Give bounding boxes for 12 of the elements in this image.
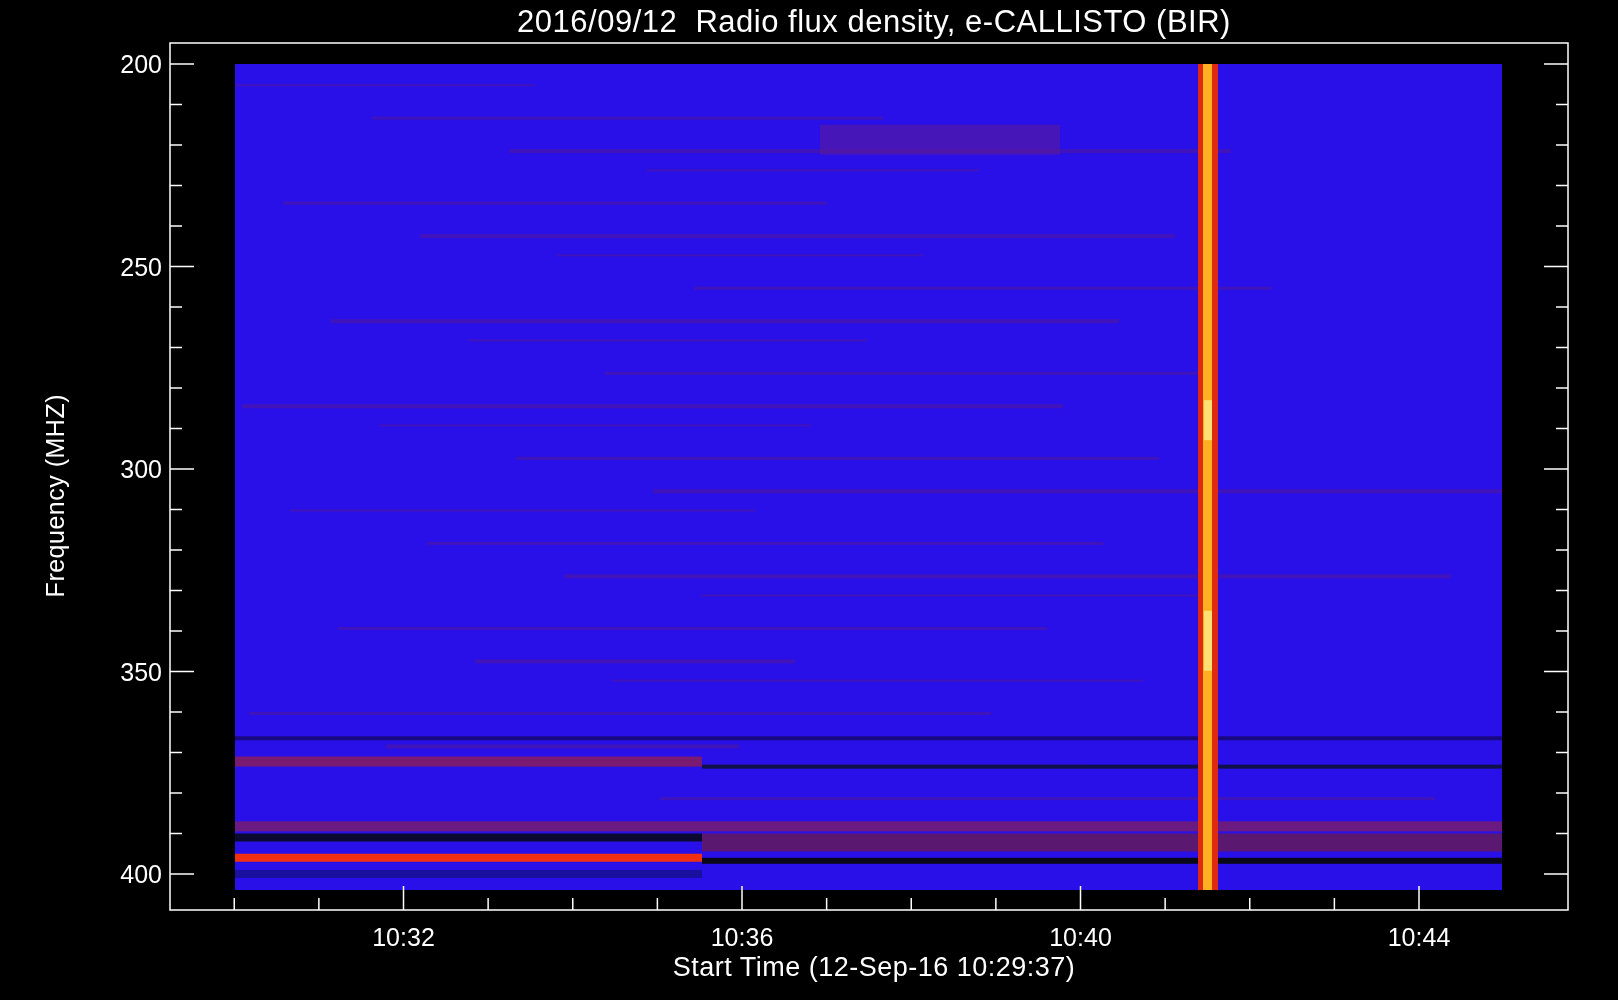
- y-tick-label: 350: [120, 657, 162, 686]
- x-tick-label: 10:32: [372, 923, 435, 951]
- y-tick-label: 200: [120, 50, 162, 78]
- x-axis-label: Start Time (12-Sep-16 10:29:37): [672, 952, 1076, 983]
- y-tick-label: 400: [120, 860, 162, 888]
- x-tick-label: 10:40: [1049, 923, 1112, 951]
- chart-title: 2016/09/12 Radio flux density, e-CALLISTO (BIR): [517, 4, 1231, 40]
- y-tick-label: 250: [120, 252, 162, 281]
- y-axis-label: Frequency (MHZ): [40, 394, 70, 598]
- x-tick-label: 10:44: [1387, 923, 1451, 951]
- x-tick-label: 10:36: [710, 923, 774, 951]
- y-tick-label: 300: [120, 455, 162, 483]
